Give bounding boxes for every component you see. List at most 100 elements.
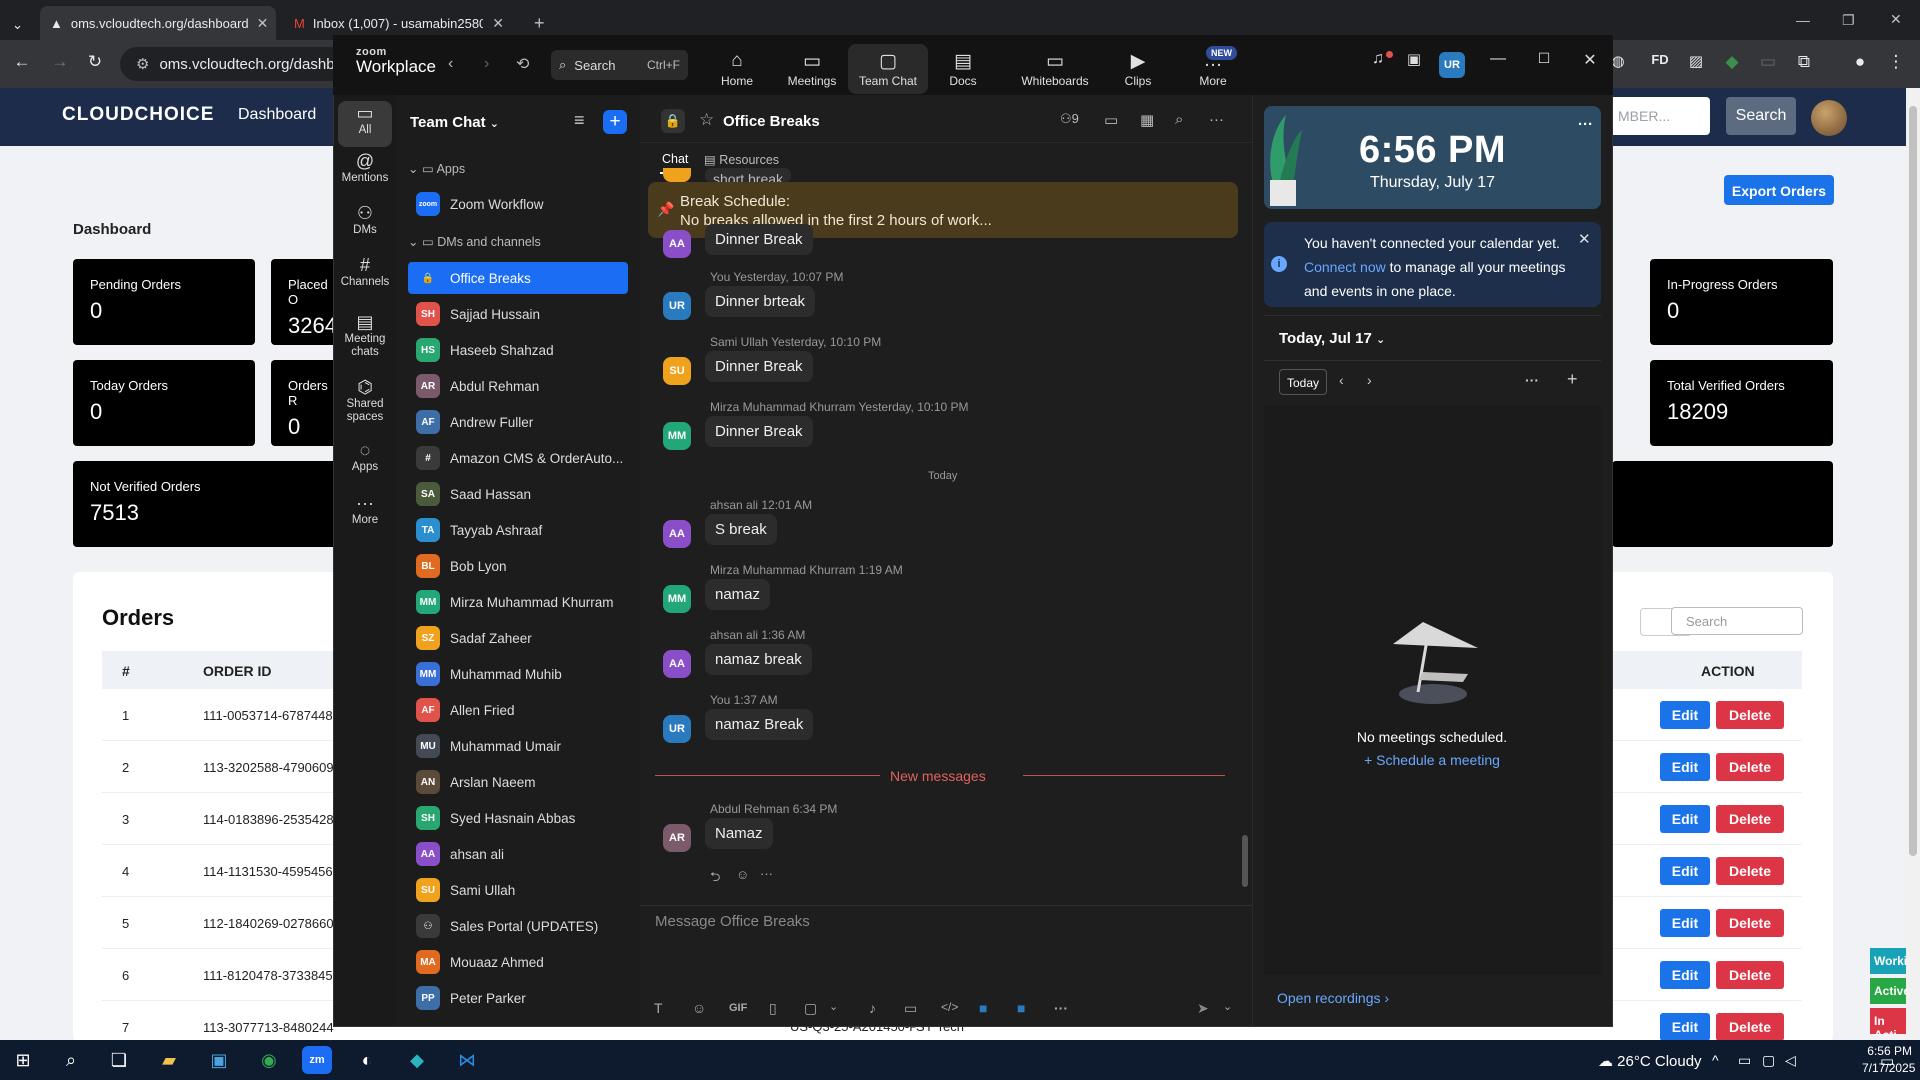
task-view-icon[interactable]: ❏ xyxy=(104,1046,134,1074)
connect-now-link[interactable]: Connect now xyxy=(1304,259,1386,275)
code-icon[interactable]: </> xyxy=(941,1000,958,1014)
user-avatar[interactable] xyxy=(1811,100,1847,136)
emoji-icon[interactable]: ☺ xyxy=(692,1000,706,1016)
profile-avatar[interactable]: ● xyxy=(1848,52,1872,72)
chat-list-item[interactable]: MU Muhammad Umair xyxy=(408,730,628,762)
notifications-icon[interactable]: ▭ xyxy=(1880,1052,1894,1070)
reload-icon[interactable]: ↻ xyxy=(83,52,107,72)
close-icon[interactable]: ✕ xyxy=(1890,11,1902,28)
chat-list-item[interactable]: HS Haseeb Shahzad xyxy=(408,334,628,366)
network-icon[interactable]: ▢ xyxy=(1762,1052,1775,1069)
battery-icon[interactable]: ▭ xyxy=(1738,1052,1751,1069)
chrome-icon[interactable]: ◉ xyxy=(254,1046,284,1074)
file-icon[interactable]: ▯ xyxy=(769,1000,777,1017)
star-icon[interactable]: ☆ xyxy=(699,110,714,130)
nav-link-dashboard[interactable]: Dashboard xyxy=(238,106,316,124)
message-input[interactable]: Message Office Breaks xyxy=(655,913,810,930)
edit-button[interactable]: Edit xyxy=(1660,1013,1710,1041)
tab-team-chat[interactable]: ▢ Team Chat xyxy=(848,44,928,94)
reply-icon[interactable]: ⮌ xyxy=(710,868,720,890)
format-text-icon[interactable]: T xyxy=(654,1000,663,1016)
more-icon[interactable]: ··· xyxy=(760,866,773,881)
today-button[interactable]: Today xyxy=(1279,369,1327,395)
delete-button[interactable]: Delete xyxy=(1716,805,1784,833)
page-scrollbar[interactable] xyxy=(1906,88,1920,1040)
browser-tab-dashboard[interactable]: ▲ oms.vcloudtech.org/dashboard ✕ xyxy=(40,6,276,40)
new-chat-button[interactable]: + xyxy=(603,110,627,134)
next-day-icon[interactable]: › xyxy=(1367,372,1372,388)
store-icon[interactable]: ▣ xyxy=(204,1046,234,1074)
edit-button[interactable]: Edit xyxy=(1660,909,1710,937)
search-icon[interactable]: ⌕ xyxy=(1175,111,1183,128)
extension-icon[interactable]: ◆ xyxy=(1720,52,1744,72)
edit-button[interactable]: Edit xyxy=(1660,701,1710,729)
delete-button[interactable]: Delete xyxy=(1716,1013,1784,1041)
video-message-icon[interactable]: ▭ xyxy=(904,1000,917,1017)
chat-list-item[interactable]: AN Arslan Naeem xyxy=(408,766,628,798)
gif-icon[interactable]: GIF xyxy=(729,1002,747,1014)
tab-clips[interactable]: ▶ Clips xyxy=(1098,44,1178,94)
chevron-down-icon[interactable]: ⌄ xyxy=(1223,1000,1232,1013)
menu-kebab-icon[interactable]: ⋮ xyxy=(1884,52,1908,72)
chat-list-item[interactable]: AF Allen Fried xyxy=(408,694,628,726)
edit-button[interactable]: Edit xyxy=(1660,805,1710,833)
rail-shared-spaces[interactable]: ⌬ Shared spaces xyxy=(334,378,396,424)
address-bar[interactable]: ⚙ oms.vcloudtech.org/dashbo xyxy=(120,47,350,81)
rail-all[interactable]: ▭ All xyxy=(338,101,392,147)
date-dropdown[interactable]: Today, Jul 17 ⌄ xyxy=(1279,330,1385,347)
rail-channels[interactable]: # Channels xyxy=(334,256,396,289)
delete-button[interactable]: Delete xyxy=(1716,753,1784,781)
file-explorer-icon[interactable]: ▰ xyxy=(154,1046,184,1074)
app-icon[interactable]: ■ xyxy=(979,1000,987,1016)
team-chat-title[interactable]: Team Chat ⌄ xyxy=(410,114,499,131)
volume-icon[interactable]: ◁ xyxy=(1785,1052,1796,1069)
site-search-button[interactable]: Search xyxy=(1726,97,1796,135)
more-icon[interactable]: ··· xyxy=(1054,1000,1068,1016)
photo-extension-icon[interactable]: ▨ xyxy=(1684,52,1708,70)
channel-name[interactable]: Office Breaks xyxy=(723,113,820,130)
chat-list-item[interactable]: BL Bob Lyon xyxy=(408,550,628,582)
minimize-icon[interactable]: — xyxy=(1796,12,1810,28)
schedule-meeting-link[interactable]: + Schedule a meeting xyxy=(1252,752,1612,768)
close-icon[interactable]: ✕ xyxy=(257,15,269,32)
rail-dms[interactable]: ⚇ DMs xyxy=(334,204,396,237)
microphone-icon[interactable]: ♪ xyxy=(869,1000,876,1016)
edit-button[interactable]: Edit xyxy=(1660,857,1710,885)
app-icon[interactable]: ◆ xyxy=(402,1046,432,1074)
open-recordings-link[interactable]: Open recordings › xyxy=(1277,990,1389,1006)
export-orders-button[interactable]: Export Orders xyxy=(1724,175,1834,205)
more-icon[interactable]: ··· xyxy=(1578,116,1593,133)
chat-list-item[interactable]: SH Sajjad Hussain xyxy=(408,298,628,330)
chat-list-item[interactable]: ⚇ Sales Portal (UPDATES) xyxy=(408,910,628,942)
members-button[interactable]: ⚇9 xyxy=(1060,111,1079,127)
chat-list-item[interactable]: SU Sami Ullah xyxy=(408,874,628,906)
chevron-down-icon[interactable]: ⌄ xyxy=(829,1000,838,1013)
rail-more[interactable]: ··· More xyxy=(334,494,396,527)
app-icon[interactable]: ◐ xyxy=(352,1046,382,1074)
forward-icon[interactable]: → xyxy=(48,52,72,72)
close-icon[interactable]: ✕ xyxy=(1576,50,1604,70)
tab-whiteboards[interactable]: ▭ Whiteboards xyxy=(1010,44,1100,94)
video-icon[interactable]: ▭ xyxy=(1104,111,1118,129)
delete-button[interactable]: Delete xyxy=(1716,961,1784,989)
delete-button[interactable]: Delete xyxy=(1716,701,1784,729)
chat-list-item[interactable]: 🔒 Office Breaks xyxy=(408,262,628,294)
site-search-input[interactable]: MBER... xyxy=(1610,97,1710,135)
tab-chat[interactable]: Chat xyxy=(662,152,688,166)
emoji-react-icon[interactable]: ☺ xyxy=(736,867,749,882)
tab-home[interactable]: ⌂ Home xyxy=(697,44,777,94)
site-logo[interactable]: CLOUDCHOICE xyxy=(62,104,214,126)
edit-button[interactable]: Edit xyxy=(1660,961,1710,989)
app-icon[interactable]: ■ xyxy=(1017,1000,1025,1016)
chat-list-item[interactable]: AR Abdul Rehman xyxy=(408,370,628,402)
minimize-icon[interactable]: — xyxy=(1484,50,1512,68)
prev-day-icon[interactable]: ‹ xyxy=(1339,372,1344,388)
chat-list-item[interactable]: AA ahsan ali xyxy=(408,838,628,870)
delete-button[interactable]: Delete xyxy=(1716,909,1784,937)
rail-apps[interactable]: ◌ Apps xyxy=(334,441,396,474)
rail-mentions[interactable]: @ Mentions xyxy=(334,152,396,185)
maximize-icon[interactable]: ☐ xyxy=(1530,50,1558,67)
delete-button[interactable]: Delete xyxy=(1716,857,1784,885)
zoom-app-icon[interactable]: zm xyxy=(302,1046,332,1074)
windows-start-icon[interactable]: ⊞ xyxy=(8,1046,38,1074)
